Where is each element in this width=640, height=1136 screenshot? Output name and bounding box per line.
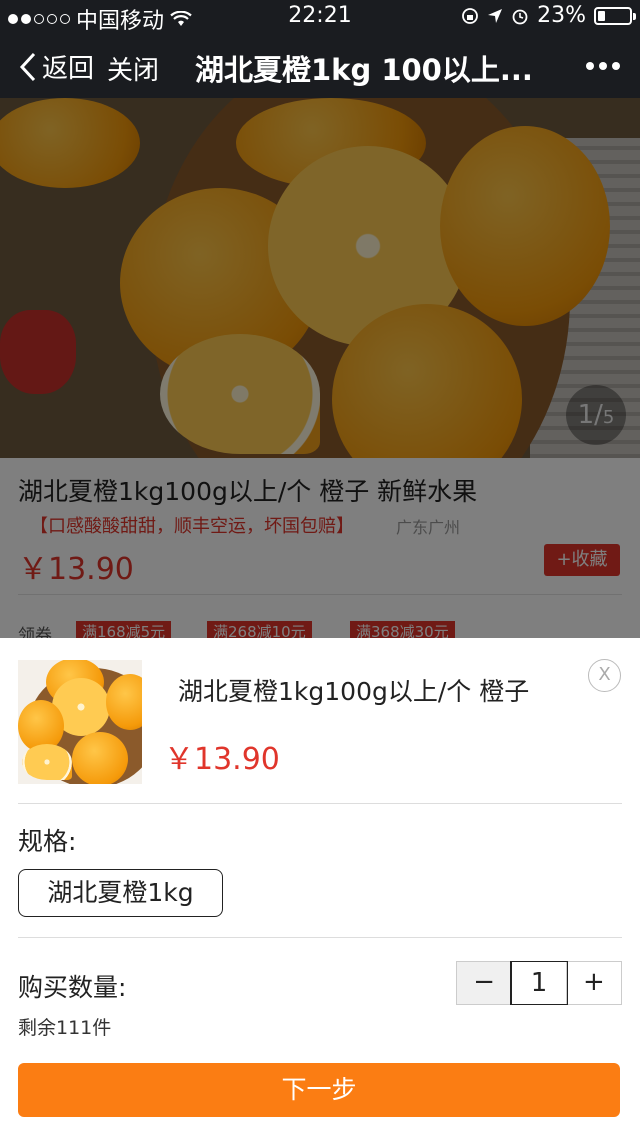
- battery-icon: [594, 6, 636, 25]
- status-icons: 23%: [461, 3, 636, 28]
- more-dot-icon: [599, 62, 607, 70]
- divider: [18, 803, 622, 804]
- orange-image: [72, 732, 128, 784]
- product-thumbnail: [18, 660, 142, 784]
- next-step-button[interactable]: 下一步: [18, 1063, 620, 1117]
- page-title: 湖北夏橙1kg 100以上...: [195, 53, 533, 87]
- decrement-button[interactable]: −: [457, 962, 512, 1004]
- alarm-icon: [512, 9, 528, 24]
- quantity-label: 购买数量:: [18, 973, 127, 1002]
- close-page-button[interactable]: 关闭: [107, 50, 159, 87]
- back-label: 返回: [42, 54, 95, 84]
- orientation-lock-icon: [462, 7, 478, 24]
- purchase-sheet: 湖北夏橙1kg100g以上/个 橙子 ￥13.90 X 规格: 湖北夏橙1kg …: [0, 638, 640, 1136]
- sheet-price: ￥13.90: [164, 742, 280, 777]
- sheet-product-title: 湖北夏橙1kg100g以上/个 橙子: [178, 677, 530, 706]
- status-bar: 中国移动 22:21 23%: [0, 0, 640, 34]
- more-dot-icon: [612, 62, 620, 70]
- increment-button[interactable]: +: [567, 962, 621, 1004]
- divider: [18, 937, 622, 938]
- chevron-left-icon: [19, 52, 36, 81]
- quantity-stepper: − 1 +: [456, 961, 622, 1005]
- more-menu-button[interactable]: [586, 62, 620, 70]
- more-dot-icon: [586, 62, 594, 70]
- orange-wedge-image: [22, 744, 72, 780]
- nav-bar: 返回 关闭 湖北夏橙1kg 100以上...: [0, 34, 640, 98]
- location-icon: [488, 8, 503, 23]
- spec-option[interactable]: 湖北夏橙1kg: [18, 869, 223, 917]
- battery-level: [598, 10, 605, 21]
- quantity-input[interactable]: 1: [510, 961, 568, 1005]
- modal-backdrop[interactable]: [0, 98, 640, 638]
- stock-remaining: 剩余111件: [18, 1017, 112, 1039]
- back-button[interactable]: 返回: [18, 48, 94, 85]
- close-sheet-button[interactable]: X: [588, 659, 621, 692]
- battery-percent: 23%: [537, 3, 586, 28]
- spec-label: 规格:: [18, 827, 77, 856]
